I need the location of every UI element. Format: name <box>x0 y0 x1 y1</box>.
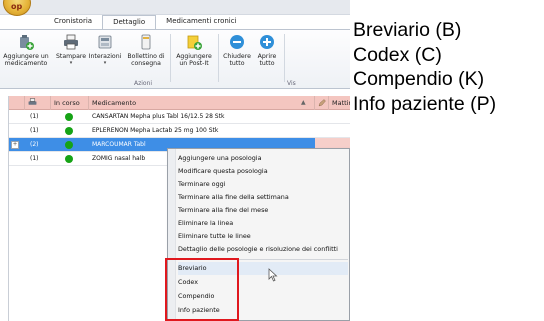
header-edit-col[interactable] <box>315 96 329 110</box>
row-medication-name: MARCOUMAR Tabl <box>92 141 146 148</box>
collapse-all-icon <box>230 35 244 49</box>
post-it-icon <box>187 35 202 50</box>
title-bar <box>0 0 350 15</box>
row-medication-name: ZOMIG nasal halb <box>92 155 146 162</box>
header-print-col[interactable] <box>25 96 51 110</box>
tab-medicamenti-cronici[interactable]: Medicamenti cronici <box>156 15 246 29</box>
print-button[interactable]: Stampare ▾ <box>56 34 86 67</box>
delivery-slip-label-2: consegna <box>131 60 161 67</box>
add-medication-button[interactable]: Aggiungere un medicamento <box>2 34 50 67</box>
status-active-indicator <box>65 127 73 135</box>
row-qty: (1) <box>30 155 39 162</box>
interactions-icon <box>98 35 112 49</box>
header-morning[interactable]: Mattin <box>329 96 350 110</box>
ribbon-separator <box>170 34 171 82</box>
ribbon-group-label: Azioni <box>134 80 153 87</box>
app-window: op Cronistoria Dettaglio Medicamenti cro… <box>0 0 350 321</box>
collapse-all-label: Chiudere <box>223 53 251 60</box>
pencil-icon <box>318 99 326 107</box>
row-qty: (2) <box>30 141 39 148</box>
status-active-indicator <box>65 155 73 163</box>
expand-all-icon <box>260 35 274 49</box>
menu-item-posology-detail[interactable]: Dettaglio delle posologie e risoluzione … <box>178 243 338 256</box>
label-info-paziente: Info paziente (P) <box>353 92 497 115</box>
delivery-slip-label: Bollettino di <box>127 53 165 60</box>
chevron-down-icon: ▾ <box>103 60 107 66</box>
add-medication-label-2: medicamento <box>4 60 48 67</box>
expand-all-label: Aprire <box>257 53 277 60</box>
shortcut-label-list: Breviario (B) Codex (C) Compendio (K) In… <box>353 18 496 116</box>
printer-icon <box>28 98 37 105</box>
mouse-cursor-icon <box>268 268 278 282</box>
row-qty: (1) <box>30 113 39 120</box>
tab-dettaglio[interactable]: Dettaglio <box>102 15 157 30</box>
table-row[interactable]: (1) EPLERENON Mepha Lactab 25 mg 100 Stk <box>9 124 350 138</box>
tab-cronistoria[interactable]: Cronistoria <box>44 15 102 29</box>
expand-row-icon[interactable]: + <box>11 141 19 149</box>
add-post-it-button[interactable]: Aggiungere un Post-It <box>174 34 214 67</box>
label-codex: Codex (C) <box>353 43 442 66</box>
ribbon-separator <box>284 34 285 82</box>
add-medication-icon <box>20 35 34 50</box>
header-expander-col <box>9 96 25 110</box>
row-qty: (1) <box>30 127 39 134</box>
menu-item-end-month[interactable]: Terminare alla fine del mese <box>178 204 268 217</box>
printer-icon <box>64 34 78 50</box>
ribbon-tabs: Cronistoria Dettaglio Medicamenti cronic… <box>44 15 247 30</box>
add-post-it-label-2: un Post-It <box>179 60 209 67</box>
menu-item-end-week[interactable]: Terminare alla fine della settimana <box>178 191 289 204</box>
status-active-indicator <box>65 141 73 149</box>
menu-item-add-posology[interactable]: Aggiungere una posologia <box>178 152 262 165</box>
menu-item-edit-posology[interactable]: Modificare questa posologia <box>178 165 268 178</box>
table-row[interactable]: (1) CANSARTAN Mepha plus Tabl 16/12.5 28… <box>9 110 350 124</box>
ribbon-separator <box>218 34 219 82</box>
row-medication-name: CANSARTAN Mepha plus Tabl 16/12.5 28 Stk <box>92 113 225 120</box>
app-logo-text: op <box>11 2 23 11</box>
collapse-all-button[interactable]: Chiudere tutto <box>222 34 252 67</box>
label-breviario: Breviario (B) <box>353 19 462 41</box>
add-post-it-label: Aggiungere <box>176 53 212 60</box>
status-active-indicator <box>65 113 73 121</box>
delivery-slip-button[interactable]: Bollettino di consegna <box>126 34 166 67</box>
grid-header: In corso Medicamento ▲ Mattin <box>9 96 350 110</box>
expand-all-button[interactable]: Aprire tutto <box>254 34 280 67</box>
print-label: Stampare <box>56 53 87 60</box>
interactions-label: Interazioni <box>88 53 122 60</box>
expand-all-label-2: tutto <box>259 60 275 67</box>
header-medication[interactable]: Medicamento <box>89 96 315 110</box>
label-compendio: Compendio (K) <box>353 68 485 90</box>
ribbon-toolbar: Aggiungere un medicamento Stampare ▾ Int… <box>0 29 350 89</box>
delivery-slip-icon <box>141 34 151 50</box>
sort-ascending-icon: ▲ <box>301 99 306 106</box>
header-status[interactable]: In corso <box>51 96 89 110</box>
menu-item-end-today[interactable]: Terminare oggi <box>178 178 225 191</box>
add-medication-label: Aggiungere un <box>3 53 49 60</box>
interactions-button[interactable]: Interazioni ▾ <box>88 34 122 67</box>
highlight-box <box>165 258 239 321</box>
menu-item-delete-line[interactable]: Eliminare la linea <box>178 217 233 230</box>
row-medication-name: EPLERENON Mepha Lactab 25 mg 100 Stk <box>92 127 219 134</box>
menu-item-delete-all-lines[interactable]: Eliminare tutte le linee <box>178 230 251 243</box>
collapse-all-label-2: tutto <box>229 60 245 67</box>
ribbon-next-group-label: Vis <box>287 80 296 87</box>
chevron-down-icon: ▾ <box>69 60 73 66</box>
